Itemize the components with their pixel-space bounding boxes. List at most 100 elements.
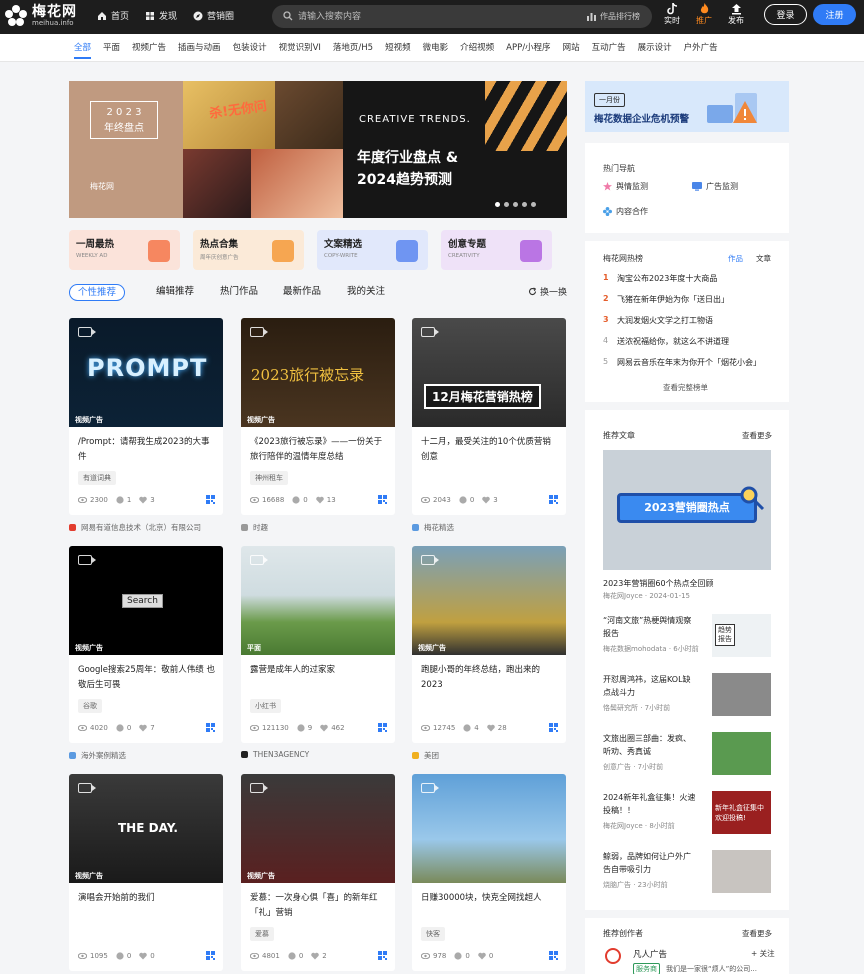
comments-stat[interactable]: 0 xyxy=(454,952,470,960)
site-logo[interactable]: 梅花网 meihua.info xyxy=(4,4,77,28)
category-tab[interactable]: 互动广告 xyxy=(586,34,632,61)
work-card[interactable]: Search 视频广告 Google搜索25周年：敬前人伟绩 也敬后生可畏 谷歌 402… xyxy=(69,546,223,743)
work-author[interactable]: 美团 xyxy=(412,750,439,761)
rec-more-link[interactable]: 查看更多 xyxy=(742,430,772,441)
ranking-item[interactable]: 3 大润发烟火文学之打工物语 xyxy=(603,315,713,326)
qrcode-icon[interactable] xyxy=(378,723,387,732)
category-tab[interactable]: 视觉识别VI xyxy=(273,34,327,61)
article-item[interactable]: “河南文旅”热梗舆情观察报告 梅花数据mohodata · 6小时前 趋势报告 xyxy=(603,614,771,657)
qrcode-icon[interactable] xyxy=(206,723,215,732)
work-thumbnail[interactable]: 2023旅行被忘录 视频广告 xyxy=(241,318,395,427)
creators-more-link[interactable]: 查看更多 xyxy=(742,928,772,939)
carousel-dot[interactable] xyxy=(531,202,536,207)
likes-stat[interactable]: 13 xyxy=(315,496,336,504)
work-thumbnail[interactable]: PROMPT 视频广告 xyxy=(69,318,223,427)
likes-stat[interactable]: 0 xyxy=(139,952,155,960)
likes-stat[interactable]: 3 xyxy=(482,496,498,504)
qrcode-icon[interactable] xyxy=(549,495,558,504)
qrcode-icon[interactable] xyxy=(206,495,215,504)
carousel-dot[interactable] xyxy=(513,202,518,207)
comments-stat[interactable]: 4 xyxy=(463,724,479,732)
work-thumbnail[interactable]: 平面 xyxy=(241,546,395,655)
refresh-button[interactable]: 换一换 xyxy=(528,285,567,298)
login-button[interactable]: 登录 xyxy=(764,4,807,25)
category-tab[interactable]: 展示设计 xyxy=(632,34,678,61)
qrcode-icon[interactable] xyxy=(206,951,215,960)
work-title[interactable]: 十二月，最受关注的10个优质营销创意 xyxy=(421,435,559,465)
quick-link[interactable]: 文案精选 COPY-WRITE xyxy=(317,230,428,270)
work-author[interactable]: THEN3AGENCY xyxy=(241,750,309,759)
category-tab[interactable]: 网站 xyxy=(557,34,586,61)
ranking-tab-articles[interactable]: 文章 xyxy=(756,253,771,264)
comments-stat[interactable]: 1 xyxy=(116,496,131,504)
brand-label[interactable]: 谷歌 xyxy=(78,699,102,713)
likes-stat[interactable]: 3 xyxy=(139,496,155,504)
work-thumbnail[interactable] xyxy=(412,774,566,883)
ranking-item[interactable]: 1 淘宝公布2023年度十大商品 xyxy=(603,273,717,284)
qrcode-icon[interactable] xyxy=(549,723,558,732)
work-thumbnail[interactable]: 12月梅花营销热榜 xyxy=(412,318,566,427)
category-tab[interactable]: 视频广告 xyxy=(126,34,172,61)
likes-stat[interactable]: 462 xyxy=(320,724,345,732)
work-author[interactable]: 网易有道信息技术（北京）有限公司 xyxy=(69,522,201,533)
brand-label[interactable]: 快客 xyxy=(421,927,445,941)
likes-stat[interactable]: 7 xyxy=(139,724,155,732)
article-item[interactable]: 2024新年礼盒征集！火速投稿！！ 梅花网Joyce · 8小时前 新年礼盒征集中 … xyxy=(603,791,771,834)
carousel-dot[interactable] xyxy=(522,202,527,207)
follow-button[interactable]: + 关注 xyxy=(751,948,775,959)
quick-link[interactable]: 创意专题 CREATIVITY xyxy=(441,230,552,270)
work-author[interactable]: 时趣 xyxy=(241,522,268,533)
nav-marketing-circle[interactable]: 营销圈 xyxy=(193,9,234,22)
category-tab[interactable]: 包装设计 xyxy=(227,34,273,61)
nav-discover[interactable]: 发现 xyxy=(145,9,177,22)
comments-stat[interactable]: 0 xyxy=(292,496,308,504)
category-tab[interactable]: 户外广告 xyxy=(678,34,724,61)
work-title[interactable]: /Prompt：请帮我生成2023的大事件 xyxy=(78,435,216,465)
qrcode-icon[interactable] xyxy=(378,951,387,960)
qrcode-icon[interactable] xyxy=(378,495,387,504)
category-tab[interactable]: 平面 xyxy=(97,34,126,61)
hero-banner[interactable]: 2 0 2 3 年终盘点 梅花网 杀!无你问 CREATIVE TRENDS. … xyxy=(69,81,567,218)
comments-stat[interactable]: 9 xyxy=(297,724,312,732)
work-card[interactable]: 平面 露营是成年人的过家家 小红书 121130 9 462 xyxy=(241,546,395,743)
work-thumbnail[interactable]: 视频广告 xyxy=(412,546,566,655)
category-tab[interactable]: 微电影 xyxy=(417,34,455,61)
register-button[interactable]: 注册 xyxy=(813,4,856,25)
quick-link[interactable]: 一周最热 WEEKLY AD xyxy=(69,230,180,270)
work-card[interactable]: 12月梅花营销热榜 十二月，最受关注的10个优质营销创意 2043 0 3 xyxy=(412,318,566,515)
ranking-item[interactable]: 2 飞猪在新年伊始为你「送日出」 xyxy=(603,294,729,305)
work-author[interactable]: 梅花精选 xyxy=(412,522,454,533)
avatar[interactable] xyxy=(605,948,621,964)
work-card[interactable]: THE DAY. 视频广告 演唱会开始前的我们 1095 0 0 xyxy=(69,774,223,971)
works-ranking-link[interactable]: 作品排行榜 xyxy=(587,11,640,22)
tab-editor[interactable]: 编辑推荐 xyxy=(156,284,194,301)
comments-stat[interactable]: 0 xyxy=(116,724,131,732)
category-tab[interactable]: 插画与动画 xyxy=(172,34,227,61)
work-thumbnail[interactable]: THE DAY. 视频广告 xyxy=(69,774,223,883)
work-title[interactable]: 日赚30000块，快克全网找超人 xyxy=(421,891,559,906)
brand-label[interactable]: 爱慕 xyxy=(250,927,274,941)
ranking-tab-works[interactable]: 作品 xyxy=(728,253,743,264)
likes-stat[interactable]: 0 xyxy=(478,952,493,960)
hotnav-content-coop[interactable]: 内容合作 xyxy=(603,206,648,217)
tab-hot[interactable]: 热门作品 xyxy=(220,284,258,301)
hotnav-ad-monitor[interactable]: 广告监测 xyxy=(692,181,738,192)
feature-caption[interactable]: 2023年营销圈60个热点全回顾 xyxy=(603,578,714,589)
work-title[interactable]: 露营是成年人的过家家 xyxy=(250,663,388,678)
nav-home[interactable]: 首页 xyxy=(97,9,129,22)
work-title[interactable]: 演唱会开始前的我们 xyxy=(78,891,216,906)
work-card[interactable]: 视频广告 跑腿小哥的年终总结，跑出来的2023 12745 4 28 xyxy=(412,546,566,743)
category-tab[interactable]: 介绍视频 xyxy=(454,34,500,61)
work-title[interactable]: 跑腿小哥的年终总结，跑出来的2023 xyxy=(421,663,559,693)
work-thumbnail[interactable]: Search 视频广告 xyxy=(69,546,223,655)
work-card[interactable]: PROMPT 视频广告/Prompt：请帮我生成2023的大事件 有道词典 2300 1… xyxy=(69,318,223,515)
ranking-item[interactable]: 5 网易云音乐在年末为你开个「烟花小会」 xyxy=(603,357,761,368)
work-thumbnail[interactable]: 视频广告 xyxy=(241,774,395,883)
sidebar-ad-banner[interactable]: 一月份 梅花数据企业危机预警 xyxy=(585,81,789,132)
brand-label[interactable]: 神州租车 xyxy=(250,471,288,485)
tab-latest[interactable]: 最新作品 xyxy=(283,284,321,301)
work-author[interactable]: 海外案例精选 xyxy=(69,750,126,761)
likes-stat[interactable]: 28 xyxy=(486,724,507,732)
quick-link[interactable]: 热点合集 周年庆创意广告 xyxy=(193,230,304,270)
comments-stat[interactable]: 0 xyxy=(116,952,131,960)
